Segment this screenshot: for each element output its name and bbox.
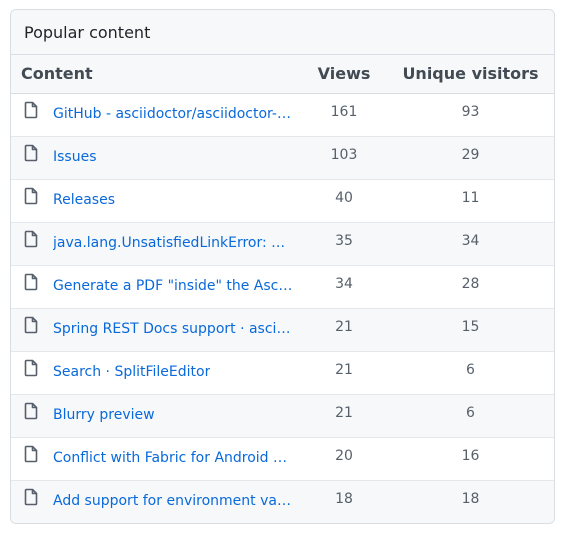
views-cell: 18 [301,480,387,523]
content-link[interactable]: Generate a PDF "inside" the Asciid… [53,278,293,294]
content-link[interactable]: Spring REST Docs support · asciido… [53,321,293,337]
views-count: 40 [335,189,353,206]
views-cell: 35 [301,222,387,266]
views-count: 34 [335,275,353,292]
table-row: Releases 40 11 [11,179,554,223]
file-icon [23,101,39,119]
file-icon [23,230,39,248]
popular-content-table: Content Views Unique visitors GitHub - a… [11,55,554,523]
views-count: 21 [335,404,353,421]
popular-content-panel: Popular content Content Views Unique vis… [10,9,555,524]
column-header-content: Content [11,55,301,94]
table-row: Conflict with Fabric for Android St… 20 … [11,437,554,481]
unique-visitors-count: 6 [466,361,475,378]
unique-visitors-cell: 16 [387,437,554,481]
views-cell: 21 [301,351,387,395]
unique-visitors-cell: 18 [387,480,554,523]
unique-visitors-cell: 34 [387,222,554,266]
content-cell: Releases [11,179,301,223]
unique-visitors-count: 29 [461,146,480,163]
views-cell: 161 [301,93,387,137]
content-cell: Add support for environment varia… [11,480,301,523]
content-cell: Generate a PDF "inside" the Asciid… [11,265,301,309]
unique-visitors-count: 6 [466,404,475,421]
views-cell: 103 [301,136,387,180]
unique-visitors-cell: 15 [387,308,554,352]
content-cell: Issues [11,136,301,180]
file-icon [23,402,39,420]
views-cell: 21 [301,308,387,352]
content-link[interactable]: Issues [53,149,97,165]
unique-visitors-cell: 6 [387,351,554,395]
content-cell: Search · SplitFileEditor [11,351,301,395]
unique-visitors-cell: 28 [387,265,554,309]
column-header-unique-visitors: Unique visitors [387,55,554,94]
unique-visitors-count: 16 [461,447,480,464]
content-link[interactable]: Add support for environment varia… [53,493,293,509]
views-cell: 40 [301,179,387,223]
content-cell: Blurry preview [11,394,301,438]
unique-visitors-cell: 93 [387,93,554,137]
content-cell: Conflict with Fabric for Android St… [11,437,301,481]
table-row: Add support for environment varia… 18 18 [11,480,554,523]
content-cell: Spring REST Docs support · asciido… [11,308,301,352]
file-icon [23,359,39,377]
content-link[interactable]: java.lang.UnsatisfiedLinkError: Can'… [53,235,293,251]
views-count: 20 [335,447,353,464]
views-count: 103 [330,146,358,163]
table-row: Generate a PDF "inside" the Asciid… 34 2… [11,265,554,309]
file-icon [23,144,39,162]
file-icon [23,488,39,506]
content-link[interactable]: GitHub - asciidoctor/asciidoctor-in… [53,106,293,122]
unique-visitors-count: 28 [461,275,480,292]
table-row: Search · SplitFileEditor 21 6 [11,351,554,395]
content-link[interactable]: Blurry preview [53,407,155,423]
table-header-row: Content Views Unique visitors [11,55,554,94]
unique-visitors-cell: 11 [387,179,554,223]
content-cell: GitHub - asciidoctor/asciidoctor-in… [11,93,301,137]
views-cell: 21 [301,394,387,438]
column-header-views: Views [301,55,387,94]
views-count: 21 [335,361,353,378]
content-link[interactable]: Search · SplitFileEditor [53,364,210,380]
unique-visitors-count: 34 [461,232,480,249]
unique-visitors-count: 18 [461,490,480,507]
content-link[interactable]: Conflict with Fabric for Android St… [53,450,293,466]
content-link[interactable]: Releases [53,192,115,208]
views-count: 35 [335,232,353,249]
file-icon [23,187,39,205]
panel-title: Popular content [11,10,554,55]
unique-visitors-count: 15 [461,318,480,335]
views-cell: 20 [301,437,387,481]
file-icon [23,316,39,334]
unique-visitors-count: 11 [461,189,480,206]
views-count: 161 [330,103,358,120]
views-count: 18 [335,490,353,507]
table-row: GitHub - asciidoctor/asciidoctor-in… 161… [11,93,554,137]
content-cell: java.lang.UnsatisfiedLinkError: Can'… [11,222,301,266]
unique-visitors-count: 93 [461,103,480,120]
table-row: Issues 103 29 [11,136,554,180]
views-cell: 34 [301,265,387,309]
table-row: Spring REST Docs support · asciido… 21 1… [11,308,554,352]
file-icon [23,445,39,463]
views-count: 21 [335,318,353,335]
table-row: java.lang.UnsatisfiedLinkError: Can'… 35… [11,222,554,266]
table-row: Blurry preview 21 6 [11,394,554,438]
file-icon [23,273,39,291]
unique-visitors-cell: 29 [387,136,554,180]
unique-visitors-cell: 6 [387,394,554,438]
